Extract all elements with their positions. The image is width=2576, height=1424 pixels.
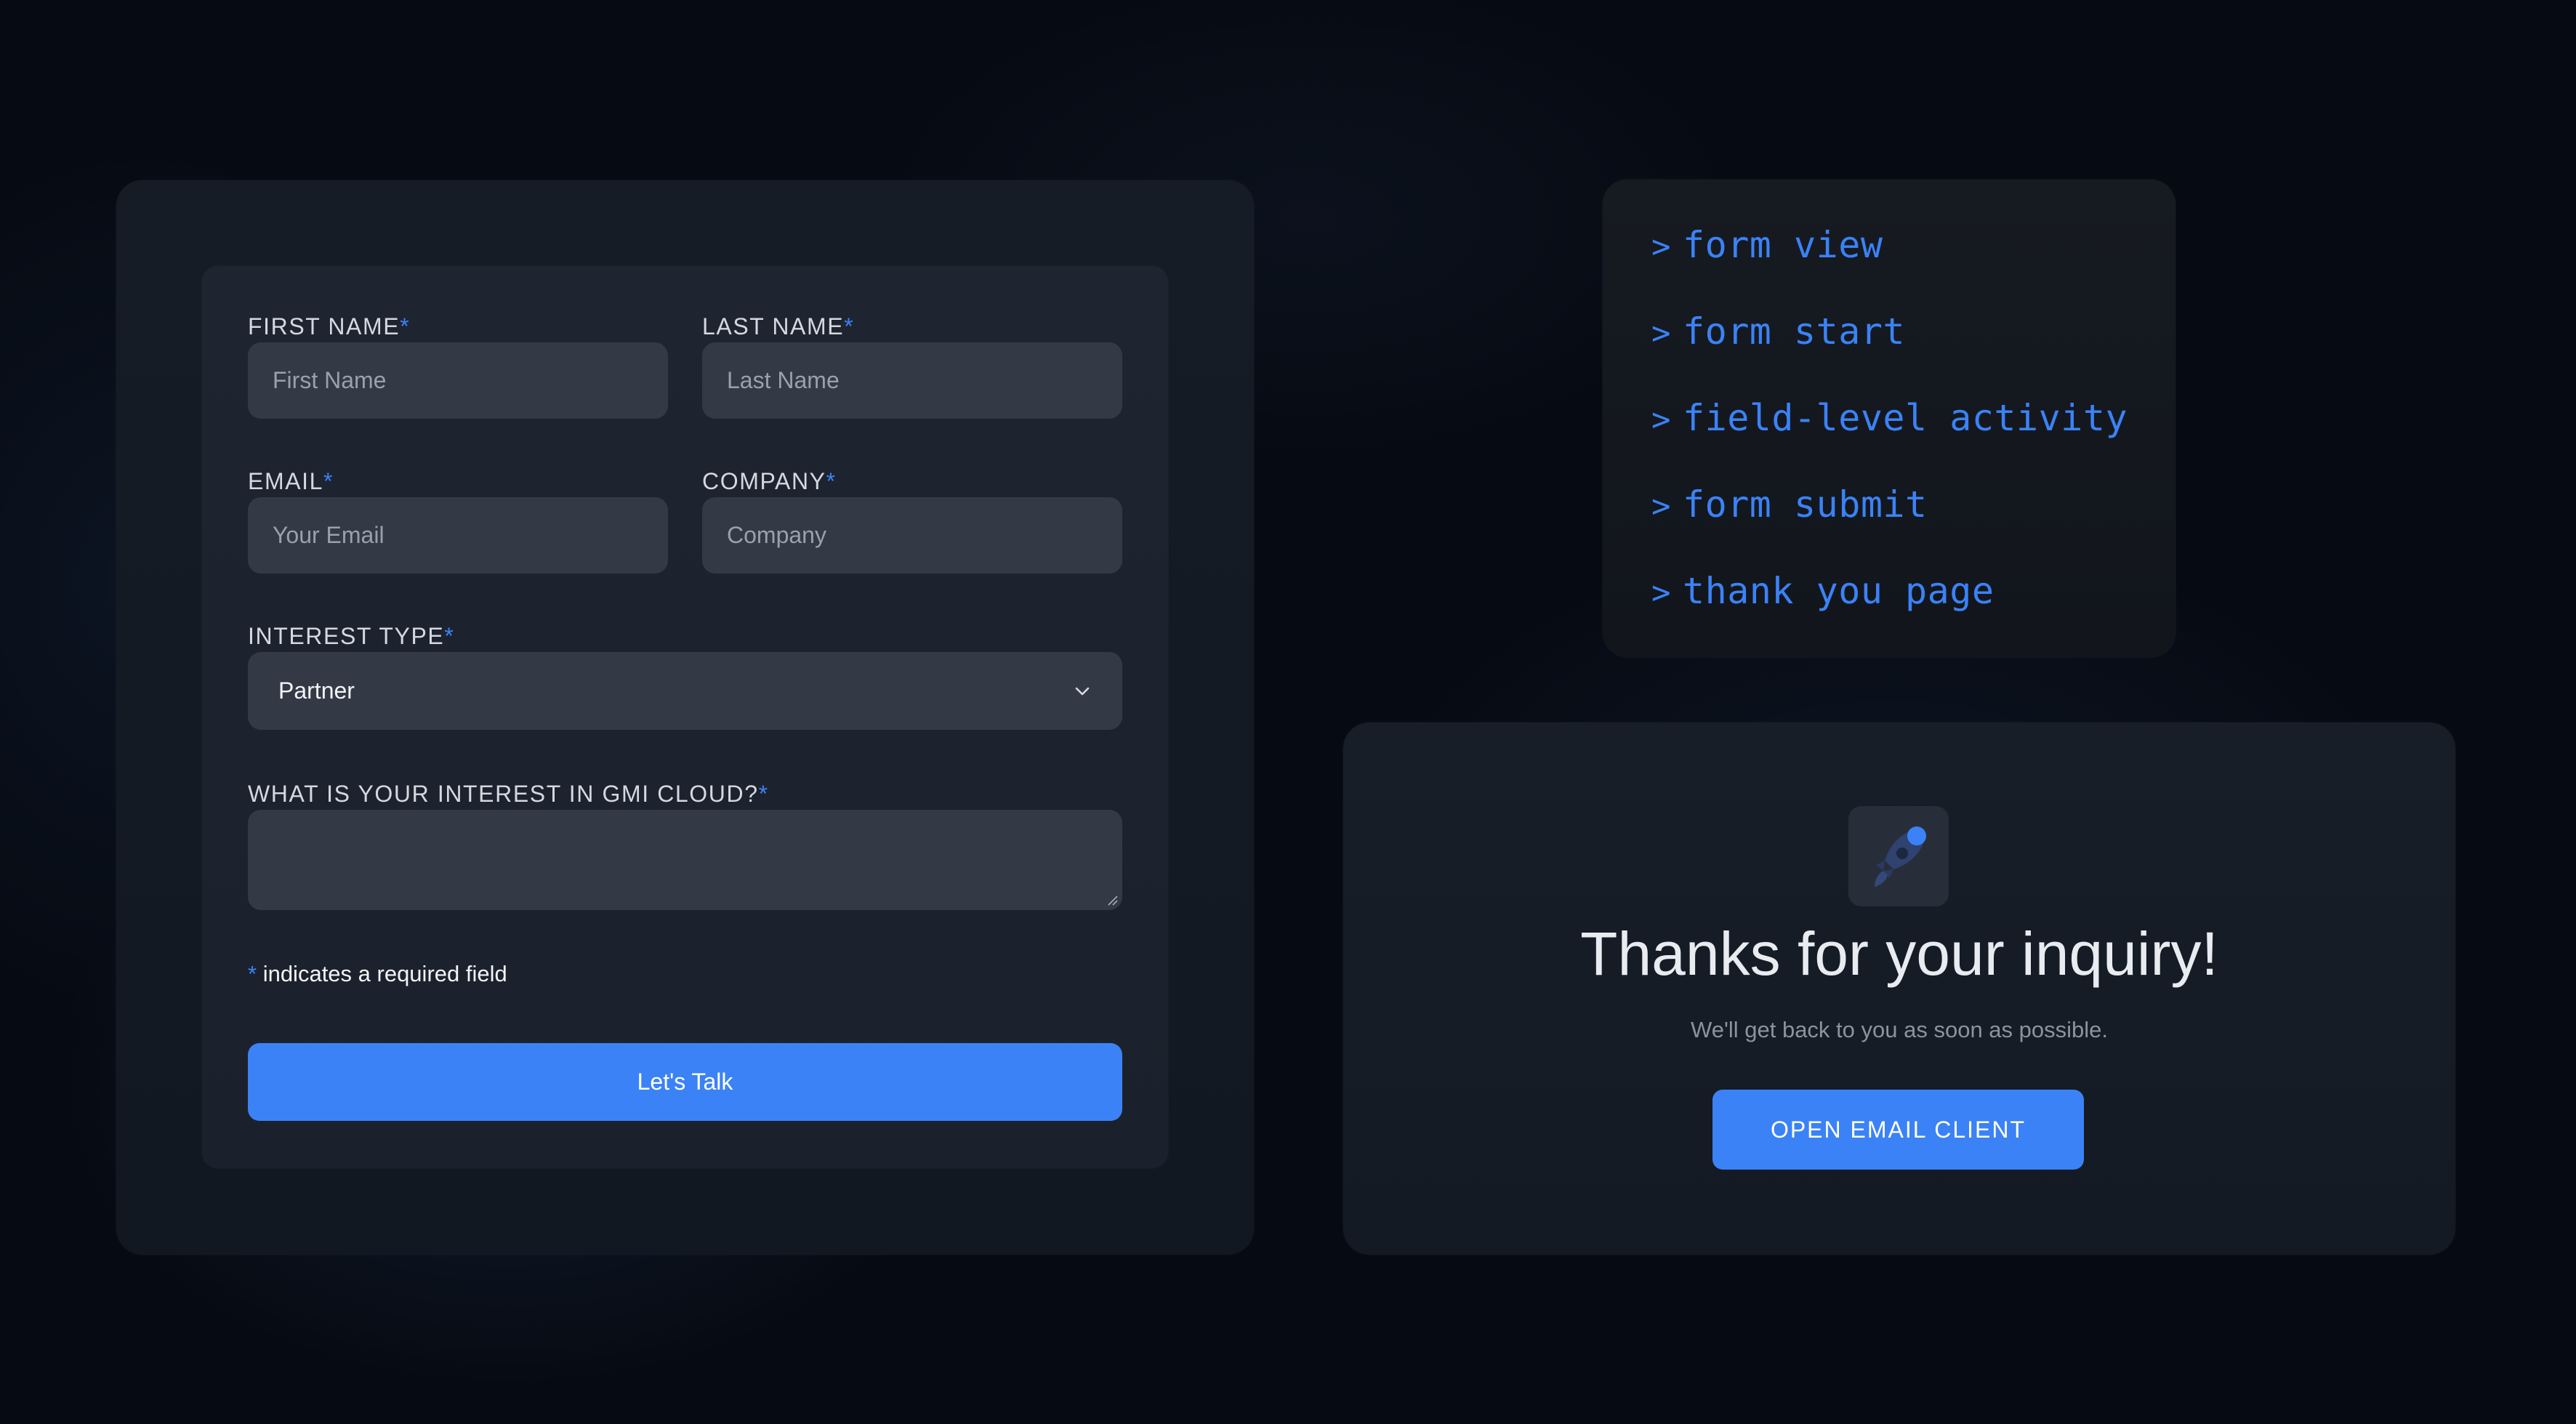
required-asterisk: *: [444, 623, 455, 649]
interest-text-label: WHAT IS YOUR INTEREST IN GMI CLOUD?*: [248, 781, 769, 807]
event-text: form submit: [1683, 483, 1928, 526]
required-field-note: * indicates a required field: [248, 961, 507, 987]
required-asterisk: *: [844, 313, 855, 339]
prompt-glyph: >: [1651, 228, 1671, 265]
required-asterisk: *: [248, 961, 257, 986]
event-text: thank you page: [1683, 570, 1995, 612]
prompt-glyph: >: [1651, 315, 1671, 352]
email-input[interactable]: [248, 497, 668, 574]
rocket-icon: [1875, 826, 1926, 887]
company-label: COMPANY*: [702, 468, 837, 494]
interest-type-label: INTEREST TYPE*: [248, 623, 455, 649]
open-email-client-button[interactable]: OPEN EMAIL CLIENT: [1712, 1090, 2084, 1170]
resize-grip-icon[interactable]: [1106, 894, 1118, 906]
first-name-label: FIRST NAME*: [248, 313, 411, 339]
interest-type-value: Partner: [278, 677, 355, 704]
required-asterisk: *: [758, 781, 769, 807]
prompt-glyph: >: [1651, 574, 1671, 611]
thank-you-card: Thanks for your inquiry! We'll get back …: [1343, 723, 2455, 1255]
event-line-field-level-activity: > field-level activity: [1651, 396, 2128, 440]
contact-form-card: FIRST NAME* LAST NAME* EMAIL* COMPANY* I…: [116, 180, 1254, 1255]
first-name-field: FIRST NAME*: [248, 312, 668, 419]
last-name-label: LAST NAME*: [702, 313, 855, 339]
event-text: form start: [1683, 310, 1906, 353]
event-line-form-submit: > form submit: [1651, 483, 1928, 526]
required-note-text: indicates a required field: [257, 961, 507, 986]
event-text: form view: [1683, 224, 1883, 266]
contact-form: FIRST NAME* LAST NAME* EMAIL* COMPANY* I…: [202, 266, 1168, 1168]
event-line-thank-you-page: > thank you page: [1651, 569, 1994, 613]
required-asterisk: *: [323, 468, 334, 494]
last-name-input[interactable]: [702, 342, 1122, 419]
first-name-input[interactable]: [248, 342, 668, 419]
rocket-icon-tile: [1848, 806, 1949, 906]
email-field: EMAIL*: [248, 467, 668, 574]
prompt-glyph: >: [1651, 401, 1671, 438]
interest-textarea[interactable]: [248, 810, 1122, 910]
event-line-form-start: > form start: [1651, 310, 1905, 353]
interest-type-select[interactable]: Partner: [248, 652, 1122, 730]
prompt-glyph: >: [1651, 488, 1671, 525]
event-text: field-level activity: [1683, 397, 2128, 439]
interest-type-field: INTEREST TYPE* Partner: [248, 622, 1122, 731]
last-name-field: LAST NAME*: [702, 312, 1122, 419]
thank-you-title: Thanks for your inquiry!: [1580, 920, 2218, 988]
lets-talk-button[interactable]: Let's Talk: [248, 1043, 1122, 1121]
company-input[interactable]: [702, 497, 1122, 574]
thank-you-subtitle: We'll get back to you as soon as possibl…: [1691, 1017, 2108, 1042]
required-asterisk: *: [826, 468, 837, 494]
event-line-form-view: > form view: [1651, 223, 1883, 267]
form-events-panel: > form view > form start > field-level acti…: [1603, 180, 2175, 657]
chevron-down-icon: [1073, 682, 1092, 701]
required-asterisk: *: [400, 313, 411, 339]
email-label: EMAIL*: [248, 468, 334, 494]
company-field: COMPANY*: [702, 467, 1122, 574]
interest-text-field: WHAT IS YOUR INTEREST IN GMI CLOUD?*: [248, 779, 1122, 912]
